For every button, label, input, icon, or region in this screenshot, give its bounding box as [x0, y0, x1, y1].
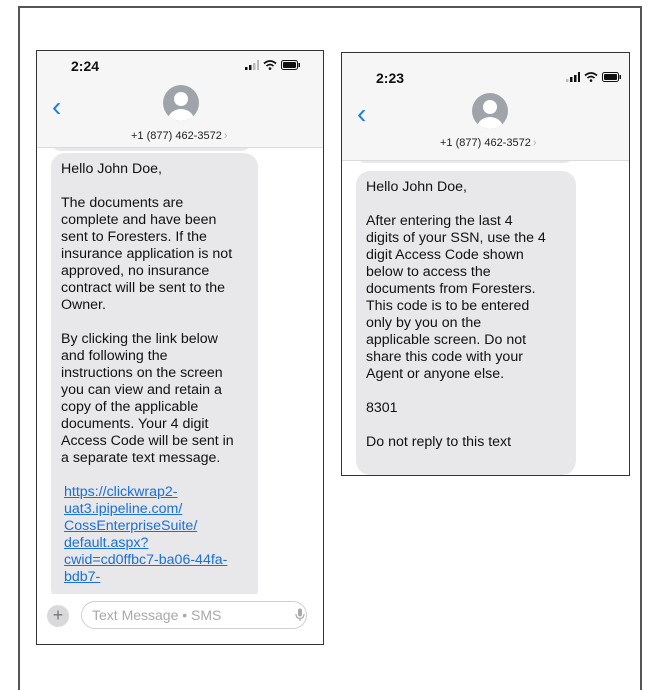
mic-icon[interactable] [295, 608, 305, 622]
avatar-icon[interactable] [472, 93, 508, 129]
message-greeting: Hello John Doe, [61, 161, 162, 177]
phone-screen-right: Hello John Doe, After entering the last … [341, 52, 630, 476]
plus-icon[interactable]: + [47, 605, 69, 627]
status-icons [566, 71, 622, 83]
avatar-icon[interactable] [163, 85, 199, 121]
message-greeting: Hello John Doe, [366, 179, 467, 195]
back-chevron-icon[interactable]: ‹ [357, 100, 366, 128]
status-time: 2:24 [71, 58, 100, 74]
message-link[interactable]: https://clickwrap2- uat3.ipipeline.com/ … [61, 484, 248, 586]
conversation-header: 2:23 ‹ +1 (877) 462-3572 › [342, 53, 629, 161]
access-code: 8301 [366, 400, 398, 416]
message-composer: + Text Message • SMS [37, 594, 323, 644]
message-paragraph: By clicking the link below and following… [61, 331, 234, 466]
text-message-input[interactable]: Text Message • SMS [81, 601, 307, 629]
contact-number[interactable]: +1 (877) 462-3572 › [131, 130, 228, 142]
phone-screen-left: Hello John Doe, The documents are comple… [36, 50, 324, 645]
back-chevron-icon[interactable]: ‹ [52, 93, 61, 121]
message-paragraph: The documents are complete and have been… [61, 195, 233, 313]
conversation-header: 2:24 ‹ +1 (877) 462-3572 › [37, 51, 323, 148]
message-footer: Do not reply to this text [366, 434, 512, 450]
message-paragraph: After entering the last 4 digits of your… [366, 213, 546, 382]
status-time: 2:23 [376, 70, 405, 86]
contact-number[interactable]: +1 (877) 462-3572 › [440, 137, 537, 149]
message-bubble: Hello John Doe, The documents are comple… [51, 153, 258, 603]
battery-icon [281, 60, 301, 71]
battery-icon [602, 72, 622, 83]
wifi-icon [584, 72, 598, 82]
status-icons [245, 59, 301, 71]
wifi-icon [263, 60, 277, 70]
signal-icon [566, 72, 580, 83]
message-bubble: Hello John Doe, After entering the last … [356, 171, 576, 475]
signal-icon [245, 60, 259, 71]
